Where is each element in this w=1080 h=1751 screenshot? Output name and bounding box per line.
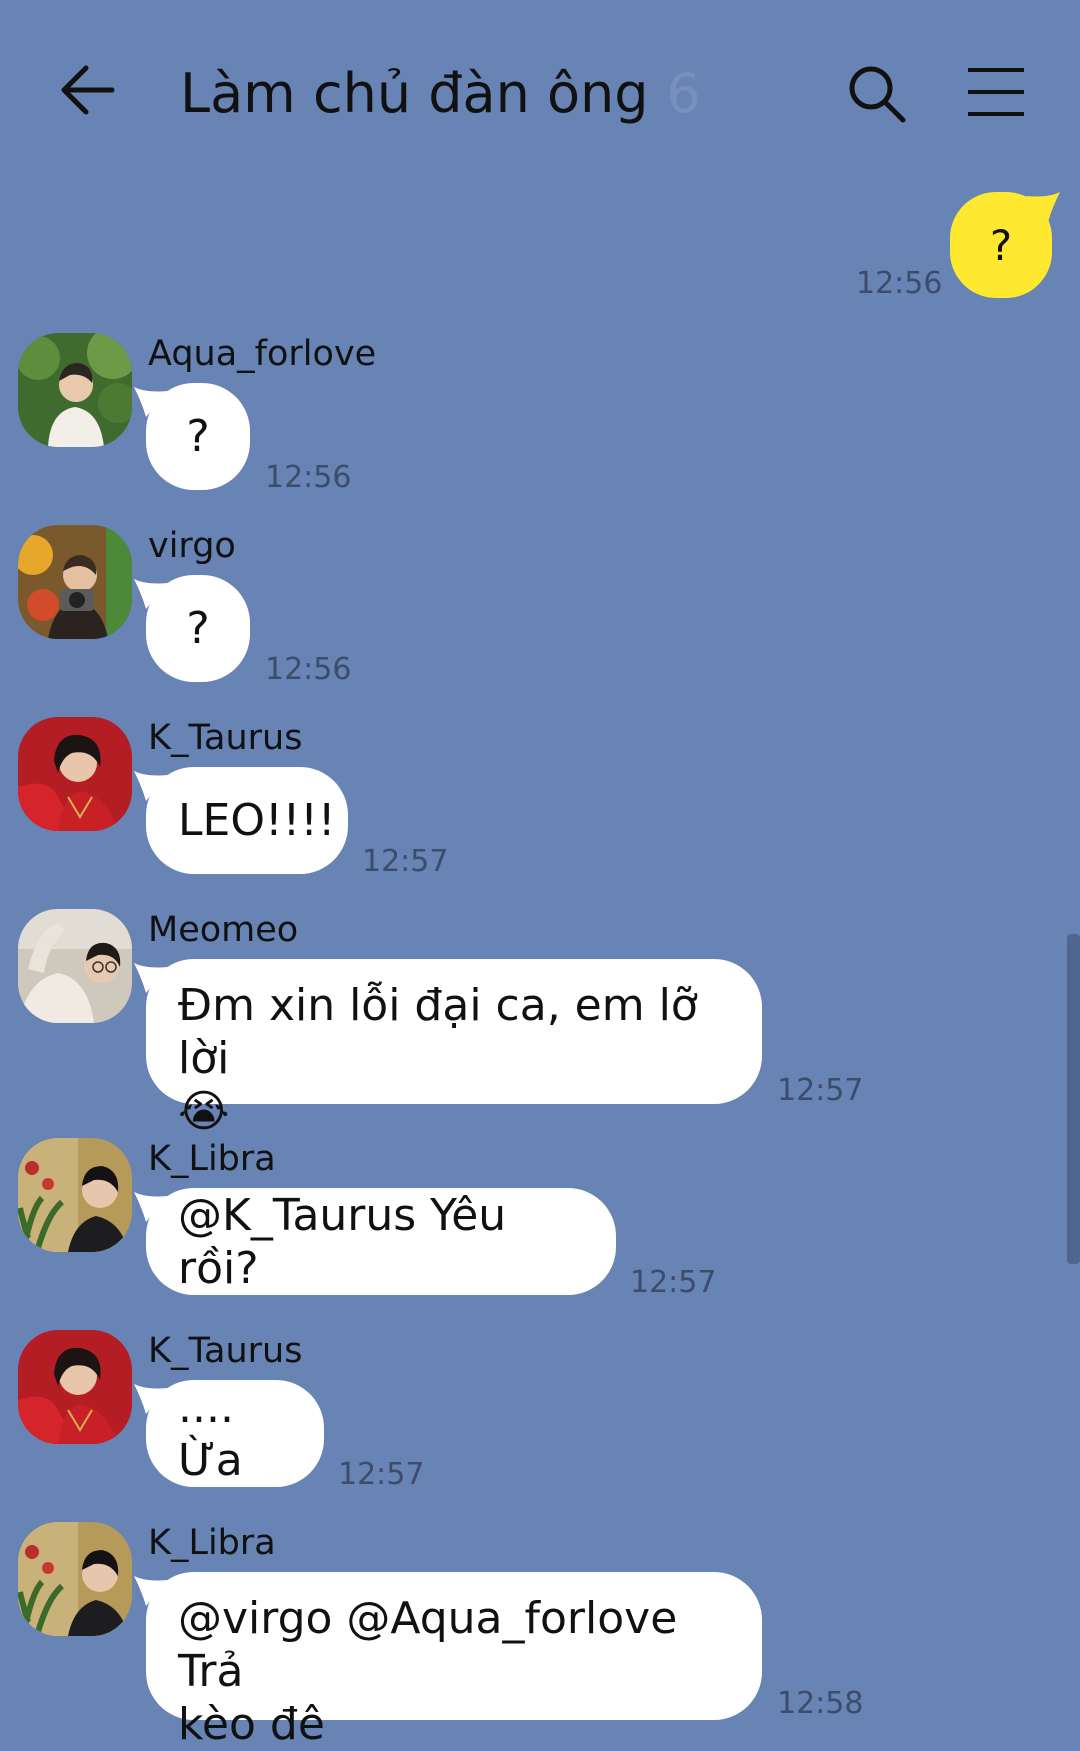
message-time: 12:58	[777, 1686, 864, 1721]
message-text: @K_Taurus Yêu rồi?	[178, 1189, 507, 1294]
sender-name: virgo	[148, 526, 236, 566]
bubble-tail	[134, 387, 168, 417]
message-text-line2: kèo đê	[178, 1699, 325, 1750]
message-text: Đm xin lỗi đại ca, em lỡ lời	[178, 980, 698, 1084]
bubble-tail	[134, 579, 168, 609]
message-time: 12:56	[265, 460, 352, 495]
message-time: 12:57	[630, 1265, 717, 1300]
avatar-photo	[18, 525, 132, 639]
avatar[interactable]	[18, 525, 132, 639]
bubble-tail	[134, 771, 168, 801]
message-time: 12:56	[265, 652, 352, 687]
message-time: 12:57	[338, 1457, 425, 1492]
bubble-tail	[134, 1192, 168, 1222]
message-bubble[interactable]: @virgo @Aqua_forlove Trả kèo đê	[134, 1572, 762, 1750]
search-icon	[849, 66, 906, 123]
avatar[interactable]	[18, 333, 132, 447]
member-count: 6	[666, 62, 701, 125]
avatar-photo	[18, 909, 132, 1023]
message-bubble[interactable]: ?	[134, 383, 250, 490]
my-message-text: ?	[989, 220, 1013, 270]
message-time: 12:57	[777, 1073, 864, 1108]
avatar[interactable]	[18, 717, 132, 831]
avatar-photo	[18, 1330, 132, 1444]
message-text: .... Ừa	[178, 1381, 243, 1486]
search-button[interactable]	[845, 62, 911, 128]
menu-button[interactable]	[964, 64, 1028, 124]
avatar[interactable]	[18, 909, 132, 1023]
message-time: 12:56	[856, 266, 943, 301]
avatar[interactable]	[18, 1138, 132, 1252]
sender-name: Meomeo	[148, 910, 299, 950]
bubble-tail	[134, 1576, 168, 1606]
sender-name: K_Libra	[148, 1139, 276, 1179]
message-text: ?	[186, 411, 210, 462]
avatar-photo	[18, 1138, 132, 1252]
chat-title: Làm chủ đàn ông	[180, 62, 649, 125]
message-bubble[interactable]: Đm xin lỗi đại ca, em lỡ lời 😭	[134, 959, 762, 1137]
chat-title-area[interactable]: Làm chủ đàn ông 6	[180, 62, 701, 125]
chat-header: Làm chủ đàn ông 6	[0, 0, 1080, 190]
back-button[interactable]	[56, 60, 146, 130]
bubble-tail	[134, 963, 168, 993]
bubble-tail	[134, 1384, 168, 1414]
sender-name: K_Taurus	[148, 1331, 303, 1371]
message-bubble[interactable]: @K_Taurus Yêu rồi?	[134, 1188, 616, 1295]
avatar-photo	[18, 1522, 132, 1636]
avatar[interactable]	[18, 1330, 132, 1444]
sender-name: K_Taurus	[148, 718, 303, 758]
back-arrow-icon	[61, 65, 115, 115]
my-message-bubble[interactable]: ?	[950, 192, 1060, 298]
message-text: @virgo @Aqua_forlove Trả	[178, 1593, 678, 1697]
message-text: LEO!!!!	[178, 795, 336, 846]
avatar[interactable]	[18, 1522, 132, 1636]
message-text: ?	[186, 603, 210, 654]
message-bubble[interactable]: .... Ừa	[134, 1380, 324, 1487]
sender-name: Aqua_forlove	[148, 334, 377, 374]
sender-name: K_Libra	[148, 1523, 276, 1563]
bubble-tail	[1026, 192, 1060, 222]
hamburger-menu-icon	[968, 68, 1024, 116]
message-time: 12:57	[362, 844, 449, 879]
message-bubble[interactable]: LEO!!!!	[134, 767, 348, 874]
message-bubble[interactable]: ?	[134, 575, 250, 682]
avatar-photo	[18, 717, 132, 831]
crying-emoji: 😭	[178, 1086, 230, 1137]
avatar-photo	[18, 333, 132, 447]
scrollbar[interactable]	[1067, 934, 1080, 1264]
